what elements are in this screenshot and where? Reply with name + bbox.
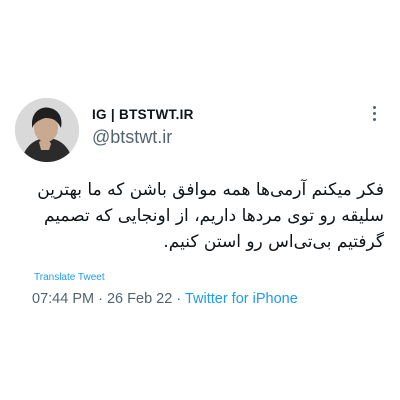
tweet-text: فکر میکنم آرمی‌ها همه موافق باشن که ما ب…: [37, 180, 384, 252]
tweet-date[interactable]: 26 Feb 22: [107, 291, 172, 307]
dot: [372, 111, 376, 115]
tweet-time[interactable]: 07:44 PM: [32, 291, 94, 307]
user-handle[interactable]: @btstwt.ir: [92, 127, 172, 148]
display-name[interactable]: IG | BTSTWT.IR: [92, 107, 194, 122]
avatar[interactable]: [15, 98, 79, 162]
tweet-metadata: 07:44 PM · 26 Feb 22 · Twitter for iPhon…: [32, 291, 298, 307]
more-options-icon[interactable]: [362, 103, 386, 123]
translate-tweet-link[interactable]: Translate Tweet: [34, 272, 105, 283]
dot: [372, 105, 376, 109]
avatar-photo: [15, 98, 79, 162]
meta-separator: ·: [176, 291, 182, 307]
meta-separator: ·: [98, 291, 103, 307]
dot: [372, 117, 376, 121]
tweet-source-link[interactable]: Twitter for iPhone: [185, 291, 298, 307]
tweet-card: IG | BTSTWT.IR @btstwt.ir فکر میکنم آرمی…: [0, 0, 400, 400]
